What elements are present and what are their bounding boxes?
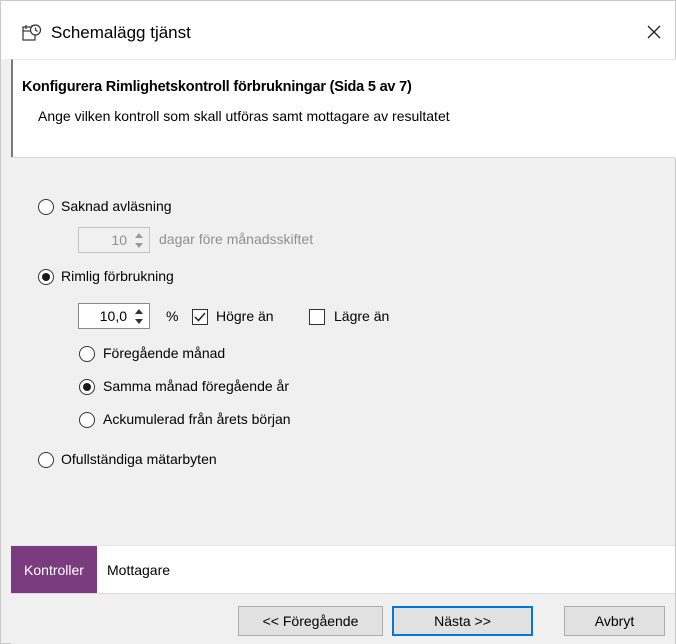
- missing-reading-label: Saknad avläsning: [61, 198, 172, 214]
- previous-month-label: Föregående månad: [103, 345, 226, 361]
- close-icon[interactable]: [641, 19, 667, 45]
- previous-button[interactable]: << Föregående: [238, 606, 383, 636]
- reasonable-consumption-radio[interactable]: [38, 269, 54, 285]
- page-title: Konfigurera Rimlighetskontroll förbrukni…: [22, 79, 412, 95]
- same-month-last-year-label: Samma månad föregående år: [103, 378, 289, 394]
- days-value: 10: [111, 232, 127, 248]
- accumulated-ytd-radio[interactable]: [79, 412, 95, 428]
- spin-up-icon[interactable]: [131, 306, 147, 316]
- next-button[interactable]: Nästa >>: [392, 606, 533, 636]
- missing-reading-radio[interactable]: [38, 199, 54, 215]
- same-month-last-year-radio[interactable]: [79, 379, 95, 395]
- dialog-window: Schemalägg tjänst Konfigurera Rimlighets…: [0, 0, 676, 644]
- lower-than-label: Lägre än: [334, 308, 390, 324]
- checkmark-icon: [194, 312, 206, 322]
- window-title: Schemalägg tjänst: [51, 23, 191, 42]
- accumulated-ytd-label: Ackumulerad från årets början: [103, 411, 291, 427]
- days-before-stepper[interactable]: 10: [78, 227, 150, 253]
- options-panel: Saknad avläsning 10 dagar före månadsski…: [11, 157, 675, 546]
- percent-stepper[interactable]: 10,0: [78, 303, 150, 329]
- title-bar: Schemalägg tjänst: [1, 1, 675, 59]
- reasonable-consumption-label: Rimlig förbrukning: [61, 268, 174, 284]
- spin-up-icon[interactable]: [131, 230, 147, 240]
- tab-bar: Kontroller Mottagare: [11, 545, 675, 594]
- previous-month-radio[interactable]: [79, 346, 95, 362]
- button-bar: << Föregående Nästa >> Avbryt: [11, 593, 675, 644]
- higher-than-label: Högre än: [216, 308, 274, 324]
- spin-down-icon[interactable]: [131, 316, 147, 326]
- higher-than-checkbox[interactable]: [192, 309, 208, 325]
- tab-mottagare[interactable]: Mottagare: [107, 546, 193, 594]
- schedule-service-icon: [22, 23, 42, 43]
- wizard-header: Konfigurera Rimlighetskontroll förbrukni…: [11, 59, 676, 158]
- lower-than-checkbox[interactable]: [309, 309, 325, 325]
- percent-unit: %: [166, 308, 179, 324]
- incomplete-meter-changes-radio[interactable]: [38, 452, 54, 468]
- days-label: dagar före månadsskiftet: [159, 231, 314, 247]
- percent-value: 10,0: [99, 308, 127, 324]
- page-subtitle: Ange vilken kontroll som skall utföras s…: [38, 108, 450, 124]
- cancel-button[interactable]: Avbryt: [564, 606, 665, 636]
- incomplete-meter-changes-label: Ofullständiga mätarbyten: [61, 451, 217, 467]
- tab-kontroller[interactable]: Kontroller: [11, 546, 97, 594]
- spin-down-icon[interactable]: [131, 240, 147, 250]
